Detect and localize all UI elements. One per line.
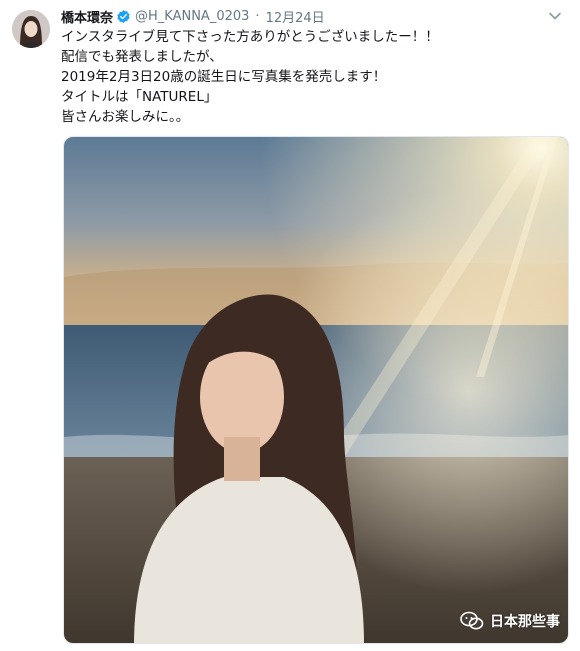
- verified-badge-icon: [117, 9, 130, 23]
- watermark-text: 日本那些事: [490, 614, 560, 630]
- user-handle[interactable]: @H_KANNA_0203: [135, 9, 249, 24]
- tweet-text-line: 皆さんお楽しみに。。: [61, 109, 190, 125]
- wechat-icon: [460, 611, 484, 630]
- tweet-header: 橋本環奈 @H_KANNA_0203 · 12月24日: [61, 6, 325, 26]
- avatar-image: [12, 10, 50, 48]
- beach-portrait-image: [64, 137, 568, 643]
- tweet-text-line: 配信でも発表しましたが、: [61, 49, 223, 65]
- tweet-text: インスタライブ見て下さった方ありがとうございましたー！！ 配信でも発表しましたが…: [61, 27, 561, 127]
- watermark: 日本那些事: [460, 611, 560, 631]
- tweet-text-line: 2019年2月3日20歳の誕生日に写真集を発売します！: [61, 69, 387, 85]
- display-name[interactable]: 橋本環奈: [61, 7, 113, 26]
- tweet-text-line: タイトルは「NATUREL」: [61, 89, 218, 105]
- tweet-photo[interactable]: 日本那些事: [63, 136, 569, 644]
- tweet-text-line: インスタライブ見て下さった方ありがとうございましたー！！: [61, 29, 439, 45]
- profile-avatar[interactable]: [12, 10, 50, 48]
- chevron-down-icon[interactable]: [548, 9, 562, 23]
- tweet-timestamp[interactable]: 12月24日: [266, 7, 325, 26]
- separator-dot: ·: [255, 8, 260, 24]
- tweet-card[interactable]: 橋本環奈 @H_KANNA_0203 · 12月24日 インスタライブ見て下さっ…: [0, 0, 580, 651]
